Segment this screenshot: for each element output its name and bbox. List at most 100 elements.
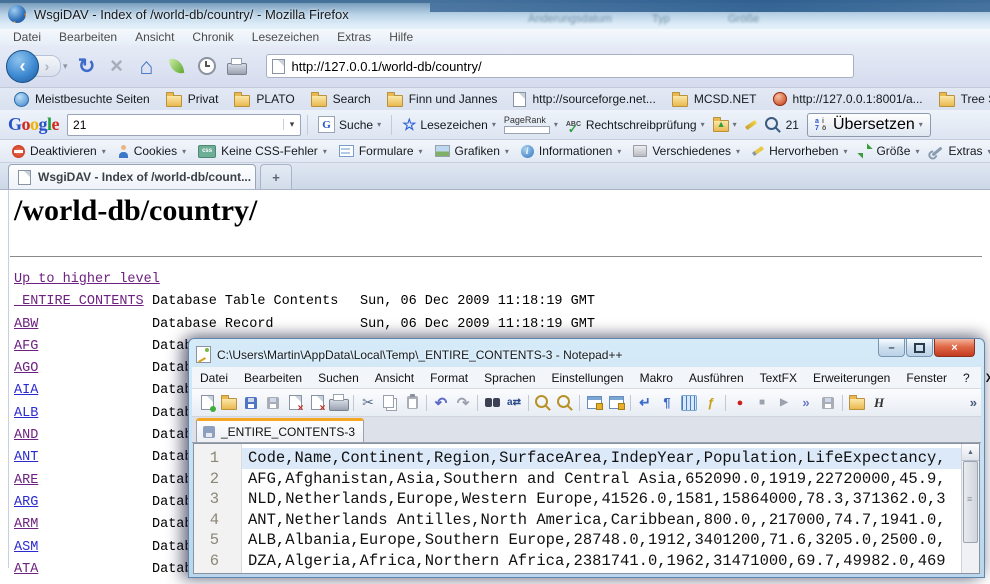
dir-entry-link[interactable]: ALB	[14, 406, 38, 421]
paste-button[interactable]	[402, 393, 422, 413]
scroll-up-button[interactable]: ▲	[962, 444, 979, 461]
replace-button[interactable]: a⇄	[504, 393, 524, 413]
npp-menu-einstellungen[interactable]: Einstellungen	[544, 371, 632, 385]
dropdown-icon[interactable]: ▾	[377, 120, 381, 129]
menu-chronik[interactable]: Chronik	[183, 30, 242, 44]
npp-menu-makro[interactable]: Makro	[632, 371, 681, 385]
npp-menu-datei[interactable]: Datei	[192, 371, 236, 385]
scrollbar-thumb[interactable]	[963, 461, 978, 543]
history-dropdown-icon[interactable]: ▾	[63, 61, 68, 72]
bookmark-folder-search[interactable]: Search	[303, 92, 379, 107]
sync-horizontal-button[interactable]	[606, 393, 626, 413]
play-macro-button[interactable]: ▶	[774, 393, 794, 413]
extension-leaf-button[interactable]	[162, 51, 192, 81]
history-clock-button[interactable]	[192, 51, 222, 81]
word-find-button[interactable]: 21	[761, 117, 803, 133]
indent-guide-button[interactable]	[679, 393, 699, 413]
function-list-button[interactable]: ƒ	[701, 393, 721, 413]
npp-menu-erweiterungen[interactable]: Erweiterungen	[805, 371, 898, 385]
save-button[interactable]	[241, 393, 261, 413]
send-to-button[interactable]: ▾	[709, 117, 741, 132]
copy-button[interactable]	[380, 393, 400, 413]
bookmark-folder-tree-samples[interactable]: Tree Samples	[931, 92, 990, 107]
find-button[interactable]	[482, 393, 502, 413]
npp-menu-ausfuehren[interactable]: Ausführen	[681, 371, 752, 385]
dropdown-icon[interactable]: ▾	[323, 147, 327, 156]
redo-button[interactable]: ↷	[453, 393, 473, 413]
npp-menu-ansicht[interactable]: Ansicht	[367, 371, 422, 385]
stop-button[interactable]: ×	[102, 51, 132, 81]
dir-entry-link[interactable]: ARE	[14, 473, 38, 488]
sync-vertical-button[interactable]	[584, 393, 604, 413]
npp-menu-sprachen[interactable]: Sprachen	[476, 371, 543, 385]
zoom-out-button[interactable]	[555, 393, 575, 413]
dir-entry-link[interactable]: AND	[14, 428, 38, 443]
npp-doc-close-x[interactable]: X	[978, 371, 990, 385]
toolbar-overflow-chevron[interactable]: »	[970, 395, 977, 410]
zoom-in-button[interactable]	[533, 393, 553, 413]
npp-menu-help[interactable]: ?	[955, 371, 978, 385]
tab-wsgidav[interactable]: WsgiDAV - Index of /world-db/count...	[8, 164, 256, 189]
dir-entry-link[interactable]: _ENTIRE_CONTENTS	[14, 294, 144, 309]
editor-text-area[interactable]: Code,Name,Continent,Region,SurfaceArea,I…	[242, 444, 979, 573]
dropdown-icon[interactable]: ▾	[733, 120, 737, 129]
stop-macro-button[interactable]: ■	[752, 393, 772, 413]
menu-hilfe[interactable]: Hilfe	[380, 30, 422, 44]
url-input[interactable]: http://127.0.0.1/world-db/country/	[266, 54, 854, 78]
npp-menu-format[interactable]: Format	[422, 371, 476, 385]
dir-entry-link[interactable]: AFG	[14, 339, 38, 354]
html-preview-button[interactable]: H	[869, 393, 889, 413]
bookmark-most-visited[interactable]: Meistbesuchte Seiten	[6, 92, 158, 107]
bookmark-localhost[interactable]: http://127.0.0.1:8001/a...	[765, 92, 931, 106]
editor-scrollbar[interactable]: ▲	[961, 444, 979, 573]
dir-entry-link[interactable]: AIA	[14, 383, 38, 398]
bookmark-sourceforge[interactable]: http://sourceforge.net...	[505, 92, 663, 107]
new-file-button[interactable]	[197, 393, 217, 413]
npp-menu-bearbeiten[interactable]: Bearbeiten	[236, 371, 310, 385]
bookmark-folder-privat[interactable]: Privat	[158, 92, 227, 107]
print-button[interactable]	[222, 51, 252, 81]
highlighter-button[interactable]	[741, 123, 761, 127]
up-level-link[interactable]: Up to higher level	[14, 272, 160, 287]
back-button[interactable]: ‹	[6, 50, 39, 83]
menu-lesezeichen[interactable]: Lesezeichen	[243, 30, 328, 44]
google-search-input[interactable]: 21 ▾	[67, 114, 301, 136]
pagerank-widget[interactable]: PageRank▾	[500, 116, 562, 134]
record-macro-button[interactable]: ●	[730, 393, 750, 413]
webdev-css[interactable]: cssKeine CSS-Fehler▾	[192, 144, 333, 158]
open-file-button[interactable]	[219, 393, 239, 413]
show-all-chars-button[interactable]: ¶	[657, 393, 677, 413]
dropdown-icon[interactable]: ▾	[843, 147, 847, 156]
dropdown-icon[interactable]: ▾	[554, 120, 558, 129]
close-all-button[interactable]	[307, 393, 327, 413]
webdev-resize[interactable]: Größe▾	[853, 144, 925, 158]
webdev-misc[interactable]: Verschiedenes▾	[627, 144, 746, 158]
dropdown-icon[interactable]: ▾	[617, 147, 621, 156]
npp-menu-suchen[interactable]: Suchen	[310, 371, 367, 385]
maximize-button[interactable]	[906, 339, 933, 357]
webdev-information[interactable]: Informationen▾	[515, 144, 627, 158]
dir-entry-link[interactable]: ANT	[14, 450, 38, 465]
menu-extras[interactable]: Extras	[328, 30, 380, 44]
home-button[interactable]: ⌂	[132, 51, 162, 81]
webdev-disable[interactable]: Deaktivieren▾	[6, 144, 112, 158]
launch-button[interactable]	[847, 393, 867, 413]
npp-menu-textfx[interactable]: TextFX	[752, 371, 805, 385]
dropdown-icon[interactable]: ▾	[701, 120, 705, 129]
spellcheck-button[interactable]: ABCRechtschreibprüfung▾	[562, 118, 709, 132]
google-bookmarks-button[interactable]: ☆Lesezeichen▾	[398, 115, 500, 135]
dir-entry-link[interactable]: ARG	[14, 495, 38, 510]
npp-tab-entire-contents[interactable]: _ENTIRE_CONTENTS-3	[196, 418, 364, 442]
translate-button[interactable]: ai7ö Übersetzen ▾	[807, 113, 931, 137]
undo-button[interactable]: ↶	[431, 393, 451, 413]
webdev-outline[interactable]: Hervorheben▾	[746, 144, 853, 158]
dropdown-icon[interactable]: ▾	[736, 147, 740, 156]
dir-entry-link[interactable]: ASM	[14, 540, 38, 555]
dropdown-icon[interactable]: ▾	[419, 147, 423, 156]
close-button[interactable]: ×	[934, 339, 975, 357]
save-all-button[interactable]	[263, 393, 283, 413]
npp-menu-fenster[interactable]: Fenster	[898, 371, 955, 385]
dropdown-icon[interactable]: ▾	[492, 120, 496, 129]
bookmark-folder-mcsd[interactable]: MCSD.NET	[664, 92, 765, 107]
print-button[interactable]	[329, 393, 349, 413]
